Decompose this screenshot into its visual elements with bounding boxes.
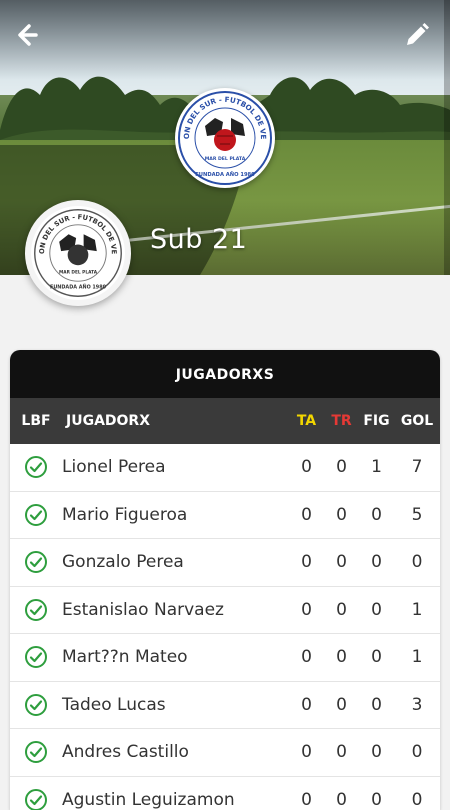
red-cards-value: 0 xyxy=(324,742,359,762)
check-circle-icon xyxy=(24,788,48,810)
col-lbf: LBF xyxy=(10,413,62,429)
yellow-cards-value: 0 xyxy=(289,742,324,762)
col-figure: FIG xyxy=(359,413,394,429)
svg-text:MAR DEL PLATA: MAR DEL PLATA xyxy=(59,270,98,276)
yellow-cards-value: 0 xyxy=(289,552,324,572)
svg-text:FUNDADA AÑO 1980: FUNDADA AÑO 1980 xyxy=(195,171,255,178)
player-name: Andres Castillo xyxy=(62,742,289,762)
lbf-cell xyxy=(10,693,62,717)
team-avatar-inner: ASOCIACION DEL SUR - FUTBOL DE VETERANOS… xyxy=(31,206,125,300)
player-name: Tadeo Lucas xyxy=(62,695,289,715)
goals-value: 7 xyxy=(394,457,440,477)
yellow-cards-value: 0 xyxy=(289,695,324,715)
lbf-cell xyxy=(10,455,62,479)
team-avatar: ASOCIACION DEL SUR - FUTBOL DE VETERANOS… xyxy=(25,200,131,306)
red-cards-value: 0 xyxy=(324,457,359,477)
players-list: Lionel Perea0017Mario Figueroa0005Gonzal… xyxy=(10,444,440,810)
lbf-cell xyxy=(10,788,62,810)
table-header: LBF JUGADORX TA TR FIG GOL xyxy=(10,398,440,444)
red-cards-value: 0 xyxy=(324,552,359,572)
lbf-cell xyxy=(10,740,62,764)
check-circle-icon xyxy=(24,550,48,574)
players-title: JUGADORXS xyxy=(10,350,440,398)
figure-value: 0 xyxy=(359,742,394,762)
yellow-cards-value: 0 xyxy=(289,600,324,620)
table-row[interactable]: Agustin Leguizamon0000 xyxy=(10,777,440,810)
table-row[interactable]: Mart??n Mateo0001 xyxy=(10,634,440,682)
table-row[interactable]: Estanislao Narvaez0001 xyxy=(10,587,440,635)
player-name: Lionel Perea xyxy=(62,457,289,477)
table-row[interactable]: Mario Figueroa0005 xyxy=(10,492,440,540)
banner-top-fade xyxy=(0,0,450,80)
figure-value: 0 xyxy=(359,552,394,572)
check-circle-icon xyxy=(24,598,48,622)
yellow-cards-value: 0 xyxy=(289,647,324,667)
club-crest-logo-grayscale: ASOCIACION DEL SUR - FUTBOL DE VETERANOS… xyxy=(31,206,125,300)
arrow-left-icon xyxy=(14,20,48,50)
col-goals: GOL xyxy=(394,413,440,429)
edit-button[interactable] xyxy=(402,20,432,50)
goals-value: 3 xyxy=(394,695,440,715)
lbf-cell xyxy=(10,598,62,622)
yellow-cards-value: 0 xyxy=(289,505,324,525)
player-name: Mart??n Mateo xyxy=(62,647,289,667)
figure-value: 0 xyxy=(359,505,394,525)
lbf-cell xyxy=(10,645,62,669)
club-crest-logo: ASOCIACION DEL SUR - FUTBOL DE VETERANOS… xyxy=(175,88,275,188)
goals-value: 1 xyxy=(394,600,440,620)
check-circle-icon xyxy=(24,455,48,479)
goals-value: 5 xyxy=(394,505,440,525)
club-crest: ASOCIACION DEL SUR - FUTBOL DE VETERANOS… xyxy=(175,88,275,188)
red-cards-value: 0 xyxy=(324,695,359,715)
check-circle-icon xyxy=(24,645,48,669)
red-cards-value: 0 xyxy=(324,505,359,525)
check-circle-icon xyxy=(24,693,48,717)
player-name: Mario Figueroa xyxy=(62,505,289,525)
lbf-cell xyxy=(10,503,62,527)
back-button[interactable] xyxy=(14,20,48,50)
check-circle-icon xyxy=(24,503,48,527)
goals-value: 1 xyxy=(394,647,440,667)
goals-value: 0 xyxy=(394,552,440,572)
yellow-cards-value: 0 xyxy=(289,457,324,477)
table-row[interactable]: Lionel Perea0017 xyxy=(10,444,440,492)
figure-value: 0 xyxy=(359,647,394,667)
player-name: Gonzalo Perea xyxy=(62,552,289,572)
svg-text:MAR DEL PLATA: MAR DEL PLATA xyxy=(205,156,246,162)
table-row[interactable]: Andres Castillo0000 xyxy=(10,729,440,777)
figure-value: 1 xyxy=(359,457,394,477)
col-yellow-cards: TA xyxy=(289,413,324,429)
player-name: Estanislao Narvaez xyxy=(62,600,289,620)
figure-value: 0 xyxy=(359,600,394,620)
team-name: Sub 21 xyxy=(150,224,247,255)
red-cards-value: 0 xyxy=(324,600,359,620)
svg-text:FUNDADA AÑO 1980: FUNDADA AÑO 1980 xyxy=(50,284,107,291)
banner-edge xyxy=(444,0,450,275)
table-row[interactable]: Tadeo Lucas0003 xyxy=(10,682,440,730)
lbf-cell xyxy=(10,550,62,574)
players-card: JUGADORXS LBF JUGADORX TA TR FIG GOL Lio… xyxy=(10,350,440,810)
check-circle-icon xyxy=(24,740,48,764)
pencil-icon xyxy=(402,20,432,50)
figure-value: 0 xyxy=(359,695,394,715)
col-red-cards: TR xyxy=(324,413,359,429)
goals-value: 0 xyxy=(394,742,440,762)
col-player: JUGADORX xyxy=(62,413,289,429)
red-cards-value: 0 xyxy=(324,647,359,667)
table-row[interactable]: Gonzalo Perea0000 xyxy=(10,539,440,587)
